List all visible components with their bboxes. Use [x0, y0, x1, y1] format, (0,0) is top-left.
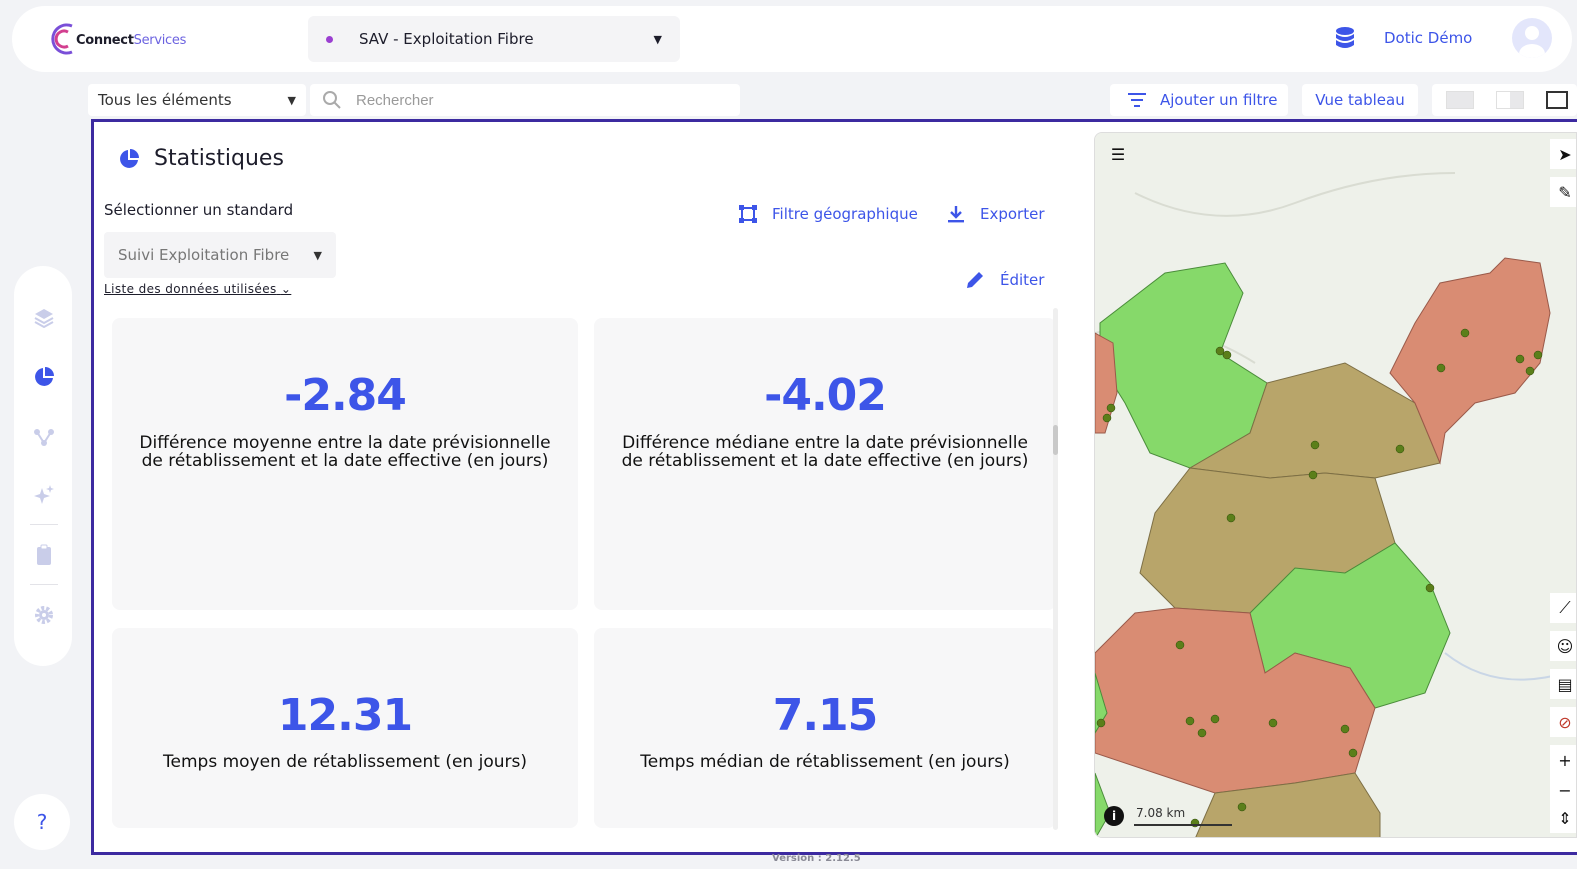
- elements-select[interactable]: Tous les éléments ▼: [88, 84, 306, 116]
- data-list-link[interactable]: Liste des données utilisées ⌄: [104, 282, 291, 296]
- chevron-down-icon: ⌄: [280, 282, 292, 296]
- gear-icon[interactable]: [33, 604, 55, 626]
- zoom-in-icon[interactable]: +: [1550, 745, 1576, 775]
- version-text: Version : 2.12.5: [772, 853, 861, 864]
- network-icon[interactable]: [33, 426, 55, 448]
- stat-value: -4.02: [764, 370, 887, 421]
- sidebar-divider: [30, 524, 58, 525]
- stat-card: 12.31 Temps moyen de rétablissement (en …: [112, 628, 578, 828]
- info-icon[interactable]: i: [1104, 806, 1124, 826]
- stat-card: -2.84 Différence moyenne entre la date p…: [112, 318, 578, 610]
- standard-select[interactable]: Suivi Exploitation Fibre ▼: [104, 232, 336, 278]
- search-icon: [323, 91, 341, 109]
- edit-label: Éditer: [1000, 271, 1045, 289]
- export-button[interactable]: Exporter: [946, 204, 1045, 224]
- layout-toggle: [1432, 84, 1577, 116]
- location-off-icon[interactable]: ⊘: [1550, 707, 1576, 737]
- add-filter-button[interactable]: Ajouter un filtre: [1110, 84, 1288, 116]
- stat-label: Temps moyen de rétablissement (en jours): [163, 752, 527, 772]
- scrollbar-track[interactable]: [1053, 308, 1058, 830]
- page-title: Statistiques: [154, 146, 284, 171]
- stat-value: 7.15: [772, 690, 879, 741]
- map-view[interactable]: ☰ ➤ ✎ ⟋ ☺ ▤ ⊘ + − ⇕: [1094, 132, 1577, 838]
- stat-card: 7.15 Temps médian de rétablissement (en …: [594, 628, 1056, 828]
- sidebar: [14, 266, 72, 666]
- layers-icon[interactable]: [33, 306, 55, 328]
- legend-list-icon[interactable]: ☰: [1103, 139, 1133, 169]
- edit-button[interactable]: Éditer: [964, 269, 1044, 291]
- help-button[interactable]: ?: [14, 794, 70, 850]
- caret-down-icon: ▼: [287, 93, 296, 107]
- pencil-icon: [967, 272, 983, 288]
- sparkle-icon[interactable]: [33, 484, 55, 506]
- stat-label: Différence médiane entre la date prévisi…: [621, 433, 1029, 471]
- logo[interactable]: ConnectServices: [46, 20, 186, 58]
- map-scale: i 7.08 km: [1104, 806, 1232, 826]
- stat-value: -2.84: [284, 370, 407, 421]
- ruler-icon[interactable]: ⟋: [1550, 593, 1576, 623]
- top-bar: ConnectServices SAV - Exploitation Fibre…: [12, 6, 1572, 72]
- stat-value: 12.31: [277, 690, 413, 741]
- map-canvas: [1095, 133, 1576, 837]
- project-name: SAV - Exploitation Fibre: [359, 30, 534, 48]
- logo-mark-icon: [51, 23, 73, 55]
- stat-label: Temps médian de rétablissement (en jours…: [640, 752, 1010, 772]
- filter-icon: [1128, 93, 1146, 107]
- scale-bar: 7.08 km: [1134, 806, 1232, 826]
- pie-chart-icon[interactable]: [33, 366, 55, 388]
- database-icon[interactable]: [1334, 26, 1356, 50]
- data-list-label: Liste des données utilisées: [104, 282, 277, 296]
- pie-chart-icon: [120, 148, 139, 168]
- logo-text: ConnectServices: [76, 32, 187, 48]
- download-icon: [948, 206, 964, 223]
- project-select[interactable]: SAV - Exploitation Fibre ▼: [308, 16, 680, 62]
- caret-down-icon: ▼: [313, 248, 322, 262]
- clipboard-icon[interactable]: [33, 544, 55, 566]
- add-filter-label: Ajouter un filtre: [1160, 91, 1278, 109]
- user-name[interactable]: Dotic Démo: [1384, 29, 1472, 47]
- avatar[interactable]: [1512, 18, 1552, 58]
- pencil-icon[interactable]: ✎: [1550, 177, 1576, 207]
- map-layers-icon[interactable]: ▤: [1550, 669, 1576, 699]
- table-view-button[interactable]: Vue tableau: [1302, 84, 1418, 116]
- scrollbar-thumb[interactable]: [1053, 425, 1058, 455]
- layout-map-only[interactable]: [1446, 91, 1474, 109]
- user-icon: [1519, 26, 1545, 58]
- geo-filter-icon: [739, 205, 757, 223]
- export-label: Exporter: [980, 205, 1045, 223]
- elements-select-value: Tous les éléments: [98, 91, 232, 109]
- standard-value: Suivi Exploitation Fibre: [118, 246, 290, 264]
- stat-card: -4.02 Différence médiane entre la date p…: [594, 318, 1056, 610]
- project-dot: [326, 35, 333, 43]
- layout-split[interactable]: [1496, 91, 1524, 109]
- geo-filter-label: Filtre géographique: [772, 205, 918, 223]
- cursor-icon[interactable]: ➤: [1550, 139, 1576, 169]
- sidebar-divider: [30, 584, 58, 585]
- street-view-icon[interactable]: ☺: [1550, 631, 1576, 661]
- caret-down-icon: ▼: [653, 32, 662, 46]
- stats-title: Statistiques: [118, 146, 284, 171]
- geo-filter-button[interactable]: Filtre géographique: [738, 204, 918, 224]
- search-box: [310, 84, 740, 116]
- stat-label: Différence moyenne entre la date prévisi…: [139, 433, 551, 471]
- compass-icon[interactable]: ⇕: [1550, 803, 1576, 833]
- layout-full[interactable]: [1546, 91, 1568, 109]
- standard-label: Sélectionner un standard: [104, 201, 294, 219]
- search-input[interactable]: [356, 91, 716, 109]
- zoom-out-icon[interactable]: −: [1550, 775, 1576, 805]
